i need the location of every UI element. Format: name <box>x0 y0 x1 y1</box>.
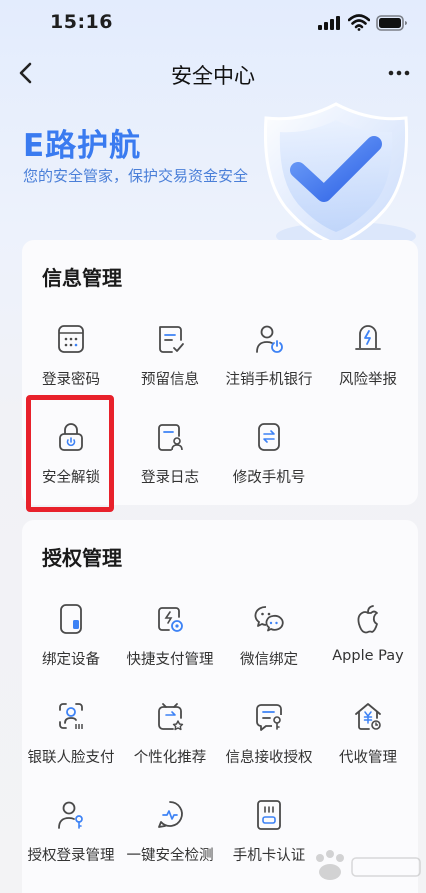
face-pay-icon <box>59 703 83 729</box>
battery-icon <box>376 15 407 31</box>
item-login-log[interactable]: 登录日志 <box>121 420 219 510</box>
item-label: 代收管理 <box>339 750 397 766</box>
security-scan-icon <box>158 801 183 828</box>
log-user-icon <box>158 424 183 451</box>
item-reserved-info[interactable]: 预留信息 <box>121 322 219 412</box>
message-auth-icon <box>256 704 282 731</box>
item-label: 银联人脸支付 <box>27 750 115 766</box>
keypad-icon <box>58 325 84 353</box>
device-bind-icon <box>60 604 82 634</box>
item-personalized-recommend[interactable]: 个性化推荐 <box>121 700 219 790</box>
item-label: 预留信息 <box>141 372 199 388</box>
phone-swap-icon <box>258 423 280 451</box>
item-label: 个性化推荐 <box>133 750 207 766</box>
apple-icon <box>357 605 378 634</box>
banner-title: E路护航 <box>23 128 142 164</box>
item-auth-login-management[interactable]: 授权登录管理 <box>22 798 120 888</box>
item-label: 微信绑定 <box>240 652 298 668</box>
item-bind-device[interactable]: 绑定设备 <box>22 602 120 692</box>
wechat-icon <box>254 606 284 632</box>
item-quick-pay[interactable]: 快捷支付管理 <box>121 602 219 692</box>
collection-house-icon <box>355 703 381 730</box>
section-title-auth: 授权管理 <box>42 546 122 570</box>
banner-subtitle: 您的安全管家，保护交易资金安全 <box>23 167 249 185</box>
status-time: 15:16 <box>50 11 113 33</box>
quick-pay-icon <box>158 607 183 632</box>
item-one-click-security-scan[interactable]: 一键安全检测 <box>121 798 219 888</box>
lightning-report-icon <box>355 325 381 350</box>
cellular-signal-icon <box>318 16 340 30</box>
section-title-info: 信息管理 <box>42 266 122 290</box>
item-label: 信息接收授权 <box>225 750 313 766</box>
item-label: 快捷支付管理 <box>126 652 214 668</box>
item-label: 一键安全检测 <box>126 848 214 864</box>
user-power-icon <box>256 325 283 353</box>
status-bar: 15:16 <box>0 0 426 46</box>
note-check-icon <box>159 326 184 353</box>
item-collection-management[interactable]: 代收管理 <box>319 700 417 790</box>
item-label: 注销手机银行 <box>225 372 313 388</box>
item-sim-card-verify[interactable]: 手机卡认证 <box>220 798 318 888</box>
auth-management-card: 授权管理 绑定设备 快捷支付管理 微信绑定 Apple Pay 银联人脸支付 个… <box>22 520 418 893</box>
item-label: 登录日志 <box>141 470 199 486</box>
item-unionpay-face-pay[interactable]: 银联人脸支付 <box>22 700 120 790</box>
item-wechat-bind[interactable]: 微信绑定 <box>220 602 318 692</box>
auth-login-icon <box>58 801 83 829</box>
item-label: 绑定设备 <box>42 652 100 668</box>
item-change-phone[interactable]: 修改手机号 <box>220 420 318 510</box>
item-label: 风险举报 <box>339 372 397 388</box>
item-message-auth[interactable]: 信息接收授权 <box>220 700 318 790</box>
item-label: 修改手机号 <box>232 470 306 486</box>
more-dots-icon[interactable] <box>386 60 412 86</box>
highlight-box <box>26 395 114 512</box>
item-cancel-mobile-banking[interactable]: 注销手机银行 <box>220 322 318 412</box>
item-label: 登录密码 <box>42 372 100 388</box>
sim-card-icon <box>257 800 281 830</box>
shield-check-icon <box>263 102 416 250</box>
recommend-icon <box>158 703 184 731</box>
item-label: Apple Pay <box>332 648 404 664</box>
wifi-icon <box>348 14 370 31</box>
watermark-logo <box>316 850 421 880</box>
item-label: 授权登录管理 <box>27 848 115 864</box>
item-risk-report[interactable]: 风险举报 <box>319 322 417 412</box>
item-apple-pay[interactable]: Apple Pay <box>319 602 417 692</box>
